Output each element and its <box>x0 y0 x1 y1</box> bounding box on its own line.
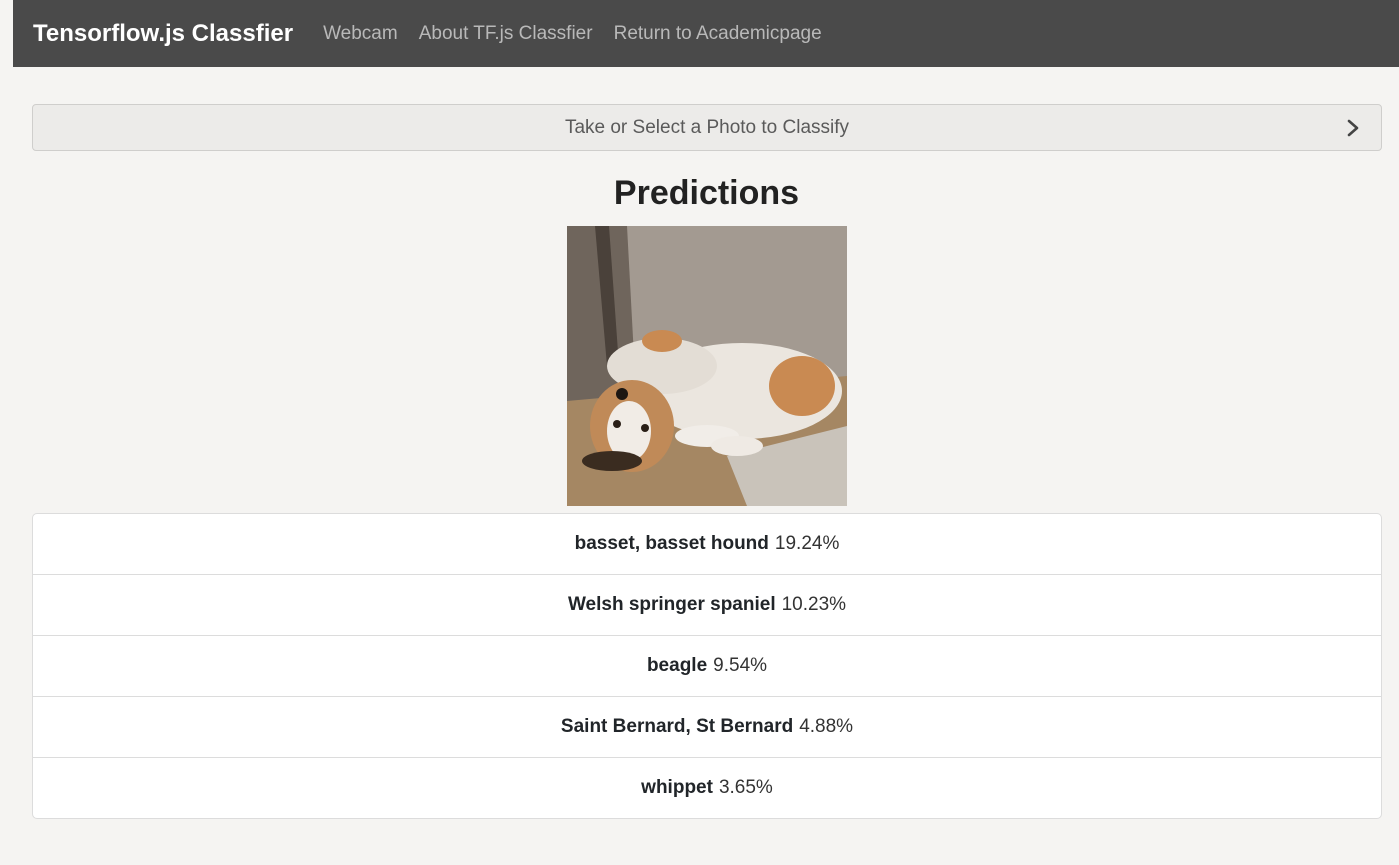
select-photo-button[interactable]: Take or Select a Photo to Classify <box>32 104 1382 151</box>
nav-link-return[interactable]: Return to Academicpage <box>614 23 822 45</box>
prediction-item: basset, basset hound 19.24% <box>33 514 1381 575</box>
predictions-list: basset, basset hound 19.24% Welsh spring… <box>32 513 1382 819</box>
prediction-class: Welsh springer spaniel <box>567 594 776 615</box>
navbar: Tensorflow.js Classfier Webcam About TF.… <box>13 0 1399 67</box>
select-photo-label: Take or Select a Photo to Classify <box>564 116 850 138</box>
nav-link-about[interactable]: About TF.js Classfier <box>419 23 593 45</box>
nav-link-webcam[interactable]: Webcam <box>323 23 398 45</box>
prediction-class: basset, basset hound <box>574 533 769 554</box>
prediction-item: beagle 9.54% <box>33 636 1381 697</box>
navbar-brand[interactable]: Tensorflow.js Classfier <box>33 20 293 48</box>
prediction-class: Saint Bernard, St Bernard <box>560 716 794 737</box>
prediction-probability: 10.23% <box>781 594 847 615</box>
prediction-item: Saint Bernard, St Bernard 4.88% <box>33 697 1381 758</box>
prediction-item: whippet 3.65% <box>33 758 1381 818</box>
prediction-probability: 4.88% <box>799 716 854 737</box>
prediction-class: beagle <box>646 655 708 676</box>
nav-links: Webcam About TF.js Classfier Return to A… <box>323 23 843 45</box>
prediction-probability: 19.24% <box>774 533 840 554</box>
prediction-class: whippet <box>641 777 713 798</box>
prediction-probability: 9.54% <box>713 655 768 676</box>
prediction-item: Welsh springer spaniel 10.23% <box>33 575 1381 636</box>
classified-photo <box>567 226 847 506</box>
chevron-right-icon <box>1347 119 1359 137</box>
prediction-probability: 3.65% <box>718 777 773 798</box>
predictions-title: Predictions <box>613 174 800 212</box>
